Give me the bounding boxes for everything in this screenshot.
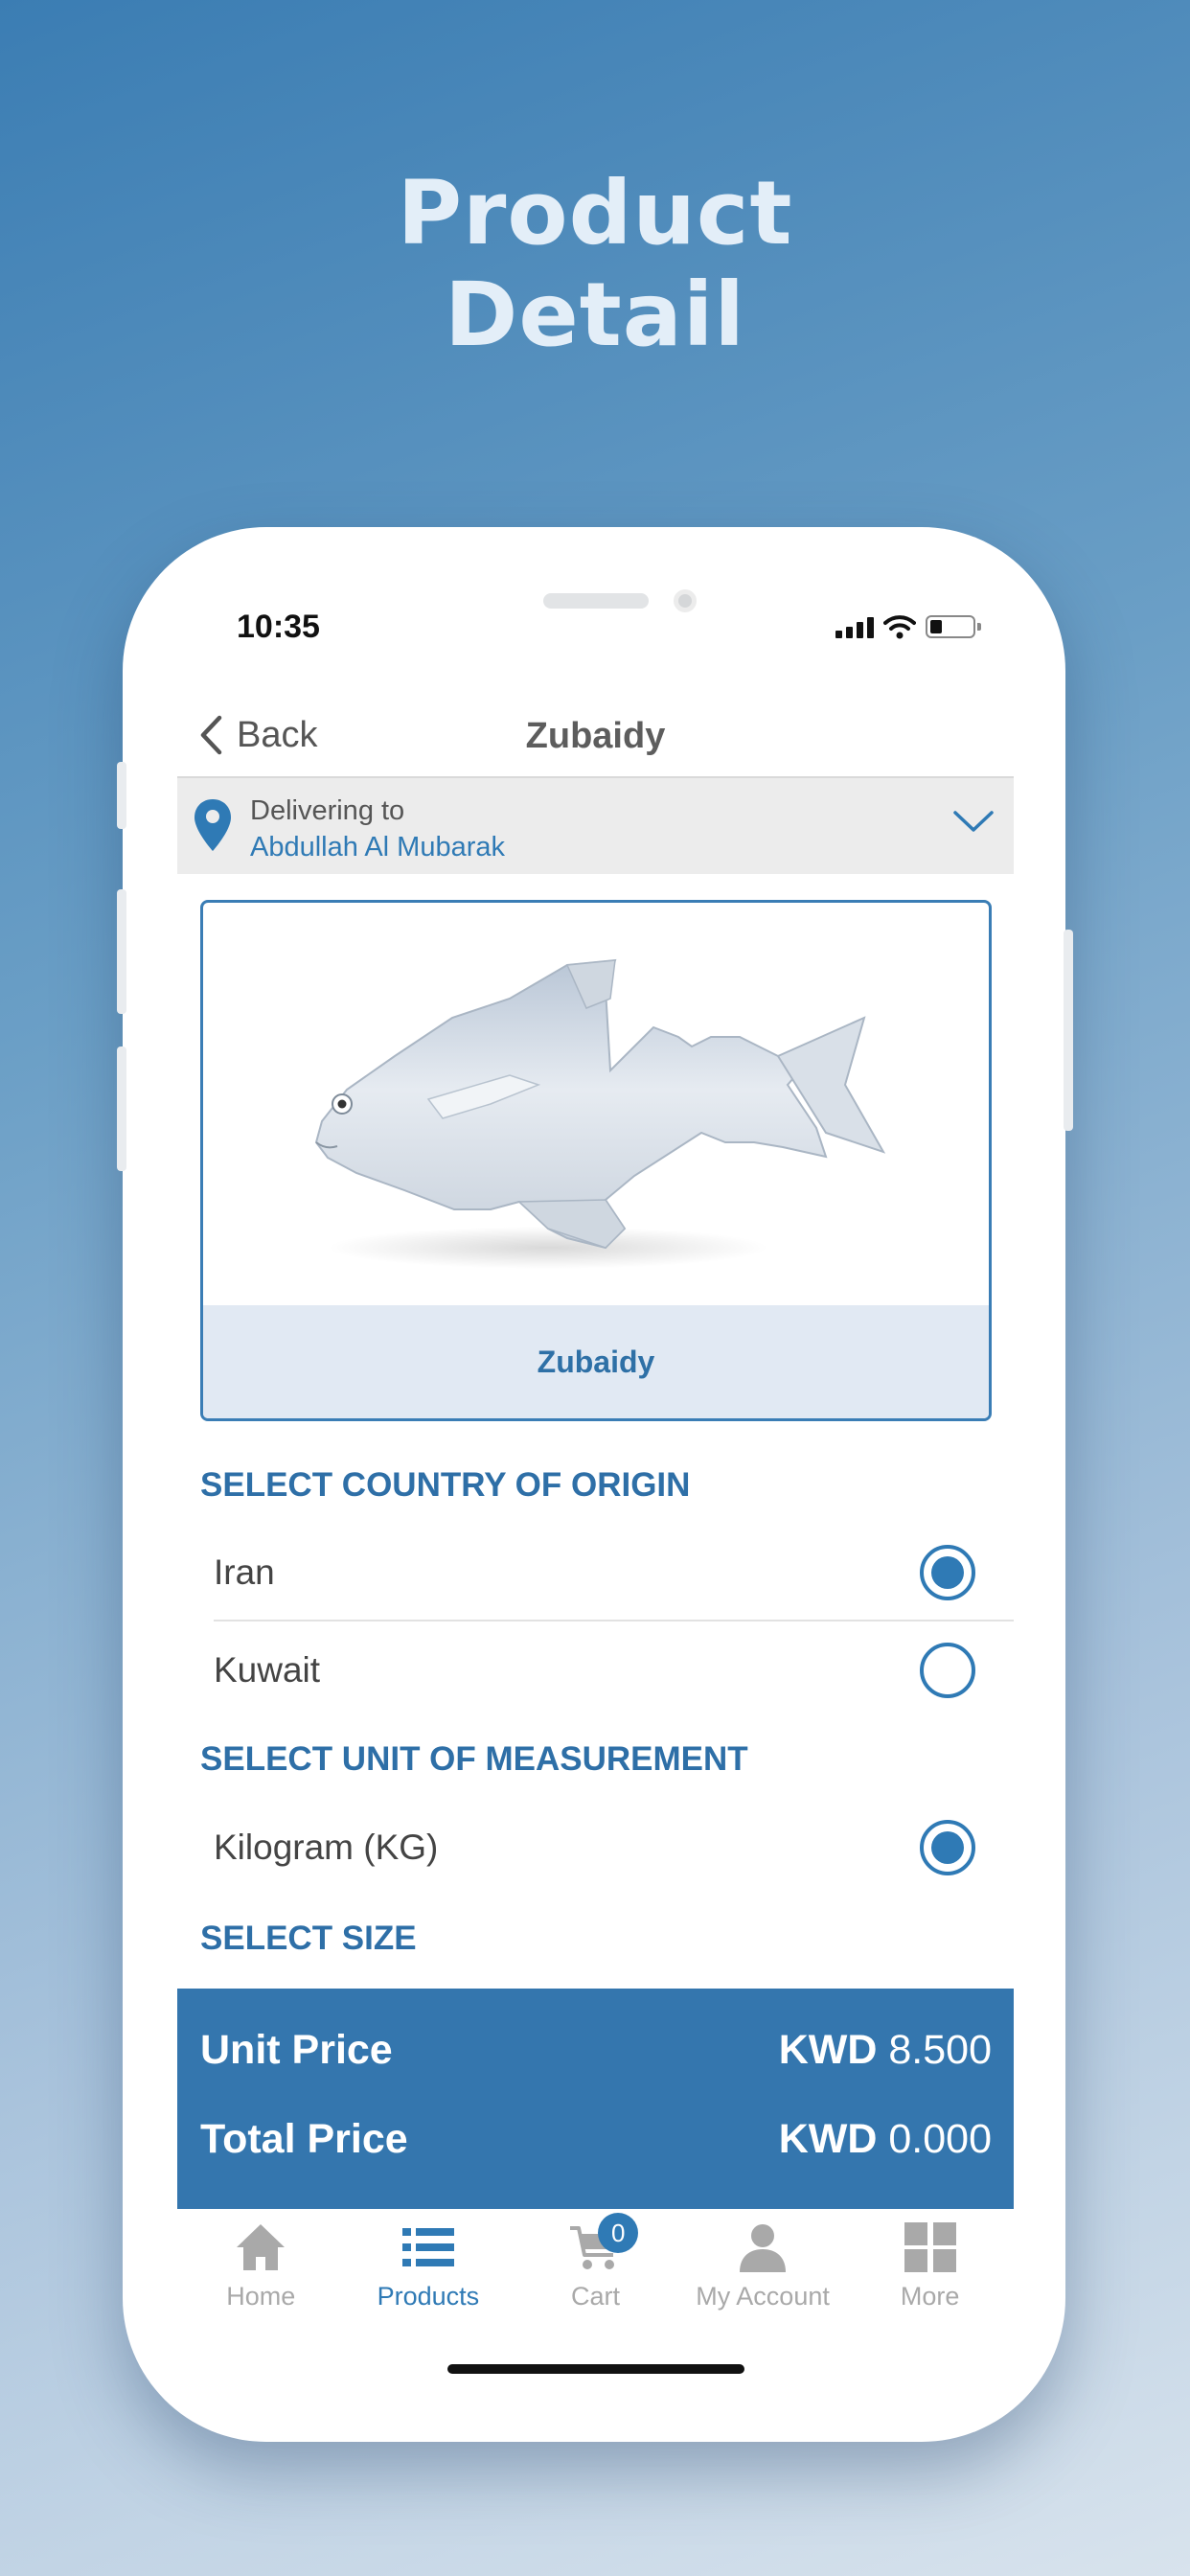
unit-option-kilogram[interactable]: Kilogram (KG) <box>214 1799 1014 1895</box>
tab-home-label: Home <box>226 2282 296 2311</box>
unit-price-label: Unit Price <box>200 2027 393 2073</box>
total-price-value: KWD 0.000 <box>779 2116 992 2163</box>
delivery-location-selector[interactable]: Delivering to Abdullah Al Mubarak <box>177 776 1014 874</box>
chevron-left-icon <box>200 715 222 755</box>
location-pin-icon <box>195 799 231 851</box>
volume-down-button <box>117 1046 126 1171</box>
notch <box>383 580 808 641</box>
status-icons <box>835 614 981 639</box>
unit-section-title: SELECT UNIT OF MEASUREMENT <box>200 1740 748 1778</box>
back-label: Back <box>237 714 318 755</box>
volume-up-button <box>117 889 126 1014</box>
promo-title: Product Detail <box>0 163 1190 366</box>
promo-title-line-2: Detail <box>445 264 745 366</box>
total-price-amount: 0.000 <box>888 2116 992 2162</box>
speaker-grille <box>543 593 649 609</box>
product-card: Zubaidy <box>200 900 992 1421</box>
unit-price-row: Unit Price KWD 8.500 <box>200 2027 992 2074</box>
unit-price-value: KWD 8.500 <box>779 2027 992 2074</box>
total-price-currency: KWD <box>778 2116 878 2162</box>
user-icon <box>740 2224 787 2272</box>
tab-more-label: More <box>900 2282 960 2311</box>
battery-icon <box>926 615 975 638</box>
tab-products[interactable]: Products <box>345 2209 513 2334</box>
origin-section-title: SELECT COUNTRY OF ORIGIN <box>200 1466 691 1504</box>
home-indicator[interactable] <box>447 2364 744 2374</box>
radio-button-selected[interactable] <box>920 1545 975 1600</box>
origin-option-label: Iran <box>214 1552 275 1592</box>
cart-count-badge: 0 <box>598 2213 639 2253</box>
mute-switch <box>117 762 126 829</box>
wifi-icon <box>883 615 916 639</box>
cellular-signal-icon <box>835 615 874 638</box>
total-price-label: Total Price <box>200 2116 408 2162</box>
unit-price-amount: 8.500 <box>888 2027 992 2073</box>
tab-cart[interactable]: 0 Cart <box>512 2209 679 2334</box>
home-icon <box>237 2224 286 2270</box>
size-section-title: SELECT SIZE <box>200 1920 417 1957</box>
origin-option-kuwait[interactable]: Kuwait <box>214 1622 1014 1717</box>
origin-option-iran[interactable]: Iran <box>214 1524 1014 1620</box>
tab-more[interactable]: More <box>846 2209 1014 2334</box>
tab-my-account-label: My Account <box>696 2282 830 2311</box>
product-image <box>314 958 886 1269</box>
grid-icon <box>904 2222 956 2272</box>
app-screen: 10:35 Back Zubaidy Delivering to Abdulla… <box>177 580 1014 2389</box>
back-button[interactable]: Back <box>198 714 317 756</box>
price-summary-bar: Unit Price KWD 8.500 Total Price KWD 0.0… <box>177 1989 1014 2209</box>
delivery-location-value: Abdullah Al Mubarak <box>250 832 505 862</box>
front-camera <box>674 589 697 612</box>
battery-tip <box>977 623 981 631</box>
tab-cart-label: Cart <box>570 2282 620 2311</box>
list-icon <box>401 2228 454 2266</box>
radio-button-unselected[interactable] <box>920 1643 975 1698</box>
total-price-row: Total Price KWD 0.000 <box>200 2116 992 2163</box>
navigation-bar: Back Zubaidy <box>177 695 1014 779</box>
product-name-caption: Zubaidy <box>203 1305 989 1418</box>
tab-home[interactable]: Home <box>177 2209 345 2334</box>
power-button <box>1064 930 1073 1131</box>
origin-option-label: Kuwait <box>214 1650 321 1690</box>
status-time: 10:35 <box>237 609 320 645</box>
bottom-tab-bar: Home Products 0 Cart My Account More <box>177 2209 1014 2334</box>
promo-title-line-1: Product <box>397 162 793 264</box>
tab-products-label: Products <box>377 2282 480 2311</box>
tab-my-account[interactable]: My Account <box>679 2209 847 2334</box>
unit-option-label: Kilogram (KG) <box>214 1828 439 1867</box>
radio-button-selected[interactable] <box>920 1820 975 1875</box>
chevron-down-icon <box>953 811 994 832</box>
unit-price-currency: KWD <box>778 2027 878 2073</box>
delivering-to-label: Delivering to <box>250 795 405 826</box>
